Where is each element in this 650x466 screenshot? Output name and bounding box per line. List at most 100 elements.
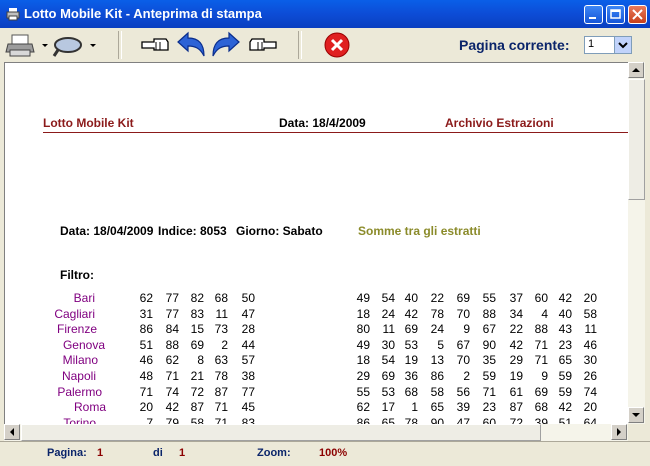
extracted-number: 2: [221, 337, 228, 352]
next-page-button[interactable]: [210, 30, 242, 60]
print-preview-area[interactable]: Lotto Mobile Kit Data: 18/4/2009 Archivi…: [4, 62, 629, 425]
sum-number: 9: [463, 322, 470, 337]
extracted-number: 62: [139, 291, 153, 305]
close-window-button[interactable]: [628, 5, 647, 24]
close-preview-button[interactable]: [322, 30, 352, 60]
sum-number: 80: [356, 322, 370, 337]
document-date: Data: 18/4/2009: [279, 116, 366, 130]
extracted-number: 8: [197, 353, 204, 368]
sum-number: 54: [381, 291, 395, 305]
sum-number: 58: [430, 384, 444, 399]
extracted-number: 15: [190, 322, 204, 337]
header-rule: [43, 132, 629, 133]
scroll-up-button[interactable]: [628, 62, 644, 78]
dropdown-button[interactable]: [614, 37, 631, 53]
wheel-name: Napoli: [61, 369, 96, 383]
scrollbar-corner: [628, 424, 645, 441]
extracted-number: 11: [215, 306, 228, 321]
red-x-circle-icon: [324, 32, 350, 58]
document-archive-title: Archivio Estrazioni: [445, 116, 554, 130]
sum-number: 26: [583, 369, 597, 383]
extracted-number: 57: [241, 353, 255, 368]
extracted-number: 84: [165, 322, 179, 337]
arrow-back-icon: [177, 31, 205, 57]
filter-label: Filtro:: [60, 268, 94, 282]
sum-number: 70: [456, 353, 470, 368]
sum-number: 65: [430, 400, 444, 415]
sum-number: 39: [456, 400, 470, 415]
sum-number: 59: [482, 369, 496, 383]
sum-number: 59: [558, 369, 572, 383]
sum-number: 62: [356, 400, 370, 415]
sum-number: 2: [463, 369, 470, 383]
extracted-number: 68: [214, 291, 228, 305]
first-page-button[interactable]: [140, 30, 172, 60]
title-bar: Lotto Mobile Kit - Anteprima di stampa: [0, 0, 650, 28]
sum-number: 71: [534, 353, 548, 368]
extracted-number: 38: [241, 369, 255, 383]
extracted-number: 62: [165, 353, 179, 368]
horizontal-scroll-thumb[interactable]: [21, 424, 541, 441]
sum-number: 55: [356, 384, 370, 399]
maximize-button[interactable]: [606, 5, 625, 24]
sum-number: 69: [381, 369, 395, 383]
sum-number: 67: [482, 322, 496, 337]
scroll-right-button[interactable]: [611, 424, 627, 440]
sum-number: 18: [356, 353, 370, 368]
scroll-down-button[interactable]: [628, 407, 644, 423]
status-zoom-label: Zoom:: [257, 447, 291, 459]
sum-number: 42: [404, 306, 418, 321]
info-day: Giorno: Sabato: [236, 224, 323, 238]
sum-number: 34: [509, 306, 523, 321]
sum-number: 88: [482, 306, 496, 321]
previous-page-button[interactable]: [175, 30, 207, 60]
window-title: Lotto Mobile Kit - Anteprima di stampa: [24, 6, 262, 21]
status-bar: Pagina: 1 di 1 Zoom: 100%: [0, 441, 650, 466]
sum-number: 18: [356, 306, 370, 321]
extracted-number: 82: [190, 291, 204, 305]
sum-number: 40: [558, 306, 572, 321]
sum-number: 58: [583, 306, 597, 321]
sum-number: 30: [381, 337, 395, 352]
sum-number: 69: [534, 384, 548, 399]
arrow-left-icon: [10, 428, 14, 436]
extracted-number: 51: [139, 337, 153, 352]
wheel-name: Bari: [73, 291, 95, 305]
sum-number: 74: [583, 384, 597, 399]
status-of-label: di: [153, 447, 163, 459]
sum-number: 29: [509, 353, 523, 368]
extracted-number: 44: [241, 337, 255, 352]
hand-pointing-left-icon: [141, 38, 169, 51]
sum-number: 87: [509, 400, 523, 415]
document-app-name: Lotto Mobile Kit: [43, 116, 134, 130]
scroll-left-button[interactable]: [4, 424, 20, 440]
minimize-button[interactable]: [584, 5, 603, 24]
vertical-scrollbar[interactable]: [628, 62, 645, 424]
sum-number: 24: [381, 306, 395, 321]
extracted-number: 20: [139, 400, 153, 415]
sum-number: 78: [430, 306, 444, 321]
horizontal-scrollbar[interactable]: [4, 424, 628, 441]
extracted-number: 83: [190, 306, 204, 321]
close-icon: [632, 9, 643, 20]
sum-number: 67: [456, 337, 470, 352]
sum-number: 20: [583, 291, 597, 305]
sum-number: 42: [558, 400, 572, 415]
current-page-select[interactable]: 1: [584, 36, 632, 54]
last-page-button[interactable]: [246, 30, 278, 60]
vertical-scroll-thumb[interactable]: [628, 79, 645, 200]
print-button[interactable]: [4, 30, 50, 60]
sum-number: 61: [509, 384, 523, 399]
zoom-button[interactable]: [52, 30, 98, 60]
extracted-number: 71: [165, 369, 179, 383]
arrow-down-icon: [632, 413, 640, 417]
sum-number: 88: [534, 322, 548, 337]
extracted-number: 28: [241, 322, 255, 337]
sum-number: 90: [482, 337, 496, 352]
current-page-label: Pagina corrente:: [459, 37, 570, 53]
extracted-number: 21: [190, 369, 204, 383]
extracted-number: 86: [139, 322, 153, 337]
wheel-name: Genova: [62, 337, 105, 352]
sum-number: 42: [558, 291, 572, 305]
sum-number: 46: [583, 337, 597, 352]
